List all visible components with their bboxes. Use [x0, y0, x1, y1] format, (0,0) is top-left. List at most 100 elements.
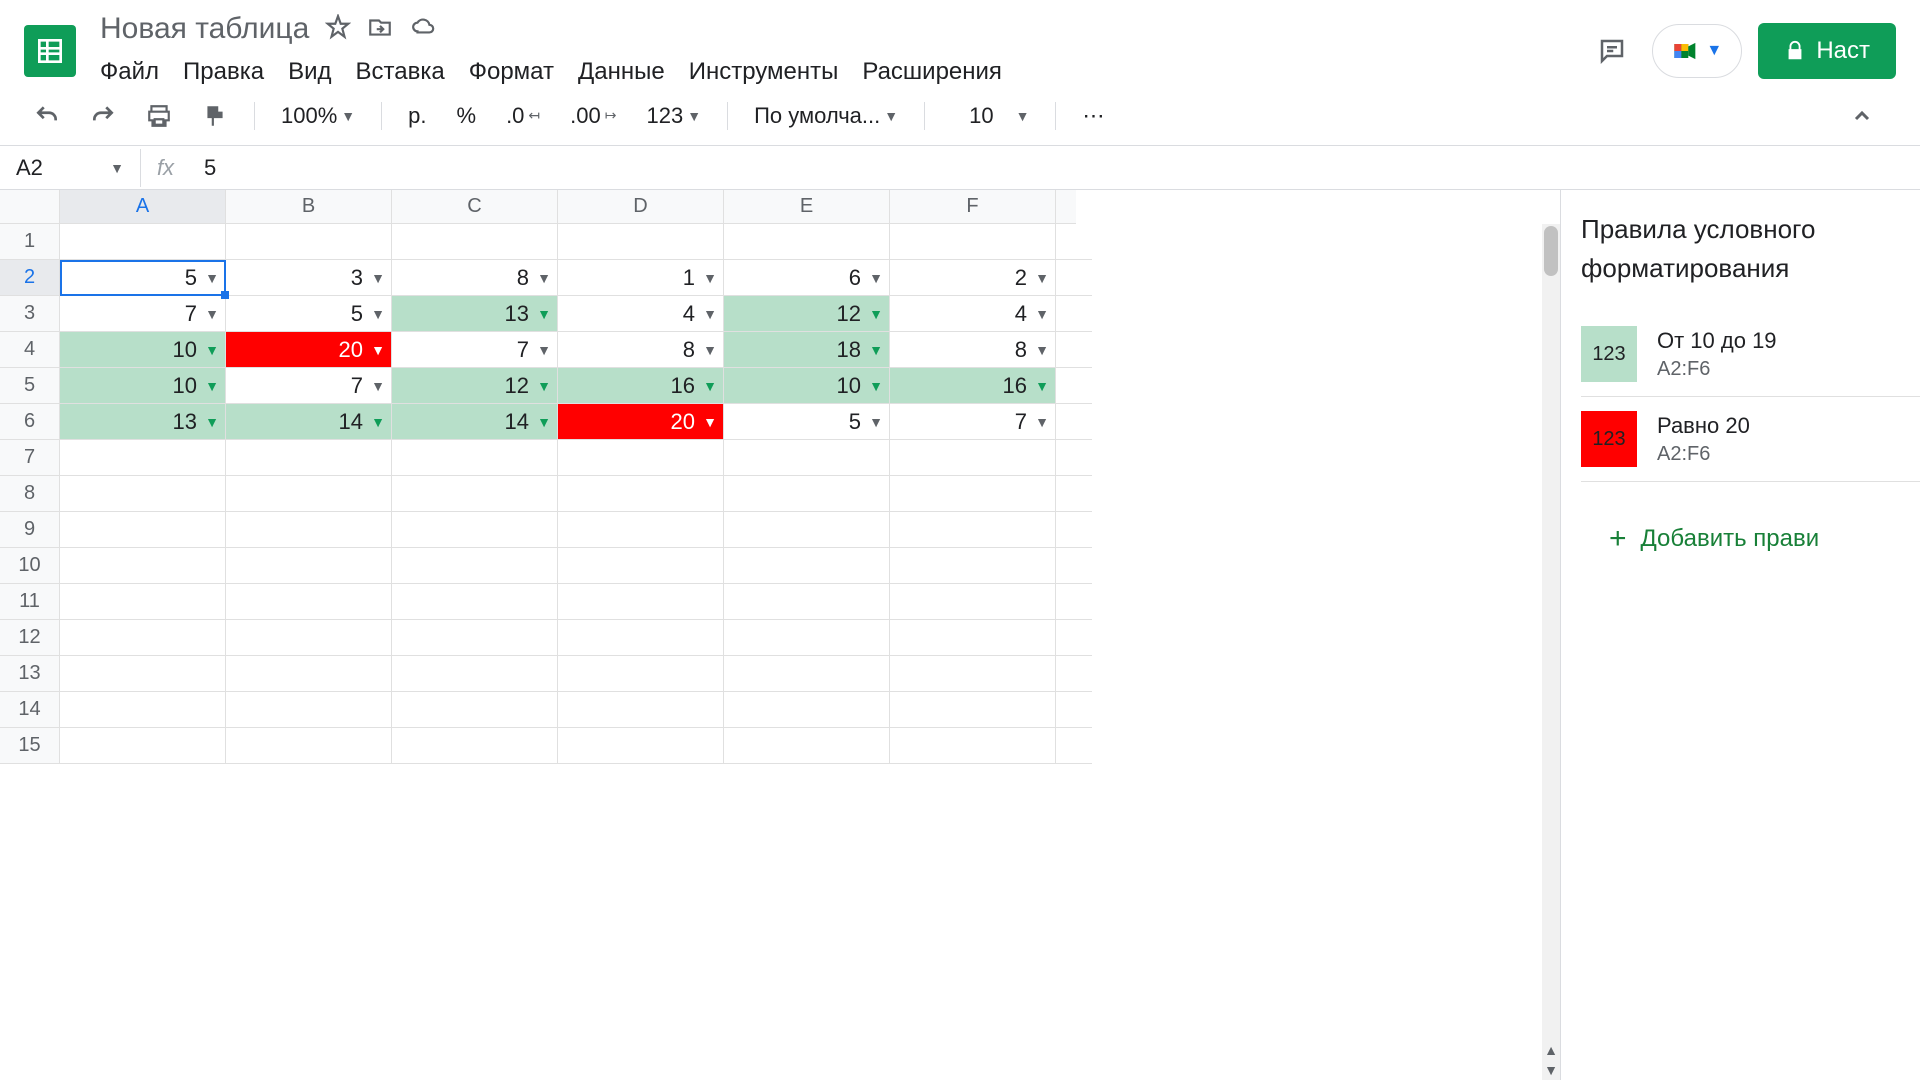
number-format-select[interactable]: 123 ▼ [636, 97, 711, 135]
cell-F9[interactable] [890, 512, 1056, 548]
cell-D8[interactable] [558, 476, 724, 512]
cell-F8[interactable] [890, 476, 1056, 512]
row-header-11[interactable]: 11 [0, 584, 60, 620]
cell-A7[interactable] [60, 440, 226, 476]
cell-B11[interactable] [226, 584, 392, 620]
cell-C12[interactable] [392, 620, 558, 656]
spreadsheet-grid[interactable]: ABCDEF125▼3▼8▼1▼6▼2▼37▼5▼13▼4▼12▼4▼410▼2… [0, 190, 1560, 1080]
cell-C4[interactable]: 7▼ [392, 332, 558, 368]
column-header-F[interactable]: F [890, 190, 1056, 224]
cell-dropdown-icon[interactable]: ▼ [371, 342, 385, 358]
cell-dropdown-icon[interactable]: ▼ [537, 270, 551, 286]
cell-E11[interactable] [724, 584, 890, 620]
cell-C2[interactable]: 8▼ [392, 260, 558, 296]
cell-dropdown-icon[interactable]: ▼ [1035, 414, 1049, 430]
cell-E14[interactable] [724, 692, 890, 728]
column-header-C[interactable]: C [392, 190, 558, 224]
cell-C1[interactable] [392, 224, 558, 260]
menu-item-6[interactable]: Инструменты [689, 54, 839, 90]
cell-dropdown-icon[interactable]: ▼ [1035, 306, 1049, 322]
zoom-select[interactable]: 100% ▼ [271, 97, 365, 135]
cell-A4[interactable]: 10▼ [60, 332, 226, 368]
menu-item-5[interactable]: Данные [578, 54, 665, 90]
cell-E8[interactable] [724, 476, 890, 512]
cell-F15[interactable] [890, 728, 1056, 764]
cell-B6[interactable]: 14▼ [226, 404, 392, 440]
menu-item-4[interactable]: Формат [469, 54, 554, 90]
row-header-6[interactable]: 6 [0, 404, 60, 440]
more-tools-button[interactable]: ⋯ [1072, 97, 1114, 135]
scroll-up-icon[interactable]: ▲ [1542, 1042, 1560, 1058]
cell-dropdown-icon[interactable]: ▼ [703, 342, 717, 358]
cell-A9[interactable] [60, 512, 226, 548]
cell-dropdown-icon[interactable]: ▼ [869, 270, 883, 286]
cell-F1[interactable] [890, 224, 1056, 260]
menu-item-1[interactable]: Правка [183, 54, 264, 90]
vertical-scrollbar[interactable]: ▲ ▼ [1542, 224, 1560, 1080]
cell-dropdown-icon[interactable]: ▼ [869, 414, 883, 430]
cell-dropdown-icon[interactable]: ▼ [205, 270, 219, 286]
document-title[interactable]: Новая таблица [100, 12, 309, 46]
cell-dropdown-icon[interactable]: ▼ [205, 414, 219, 430]
row-header-8[interactable]: 8 [0, 476, 60, 512]
cell-dropdown-icon[interactable]: ▼ [205, 306, 219, 322]
row-header-9[interactable]: 9 [0, 512, 60, 548]
cell-F2[interactable]: 2▼ [890, 260, 1056, 296]
cell-A10[interactable] [60, 548, 226, 584]
menu-item-0[interactable]: Файл [100, 54, 159, 90]
column-header-D[interactable]: D [558, 190, 724, 224]
cell-C10[interactable] [392, 548, 558, 584]
cell-dropdown-icon[interactable]: ▼ [1035, 378, 1049, 394]
row-header-7[interactable]: 7 [0, 440, 60, 476]
cell-D10[interactable] [558, 548, 724, 584]
cell-dropdown-icon[interactable]: ▼ [205, 378, 219, 394]
cell-B12[interactable] [226, 620, 392, 656]
cell-A11[interactable] [60, 584, 226, 620]
menu-item-2[interactable]: Вид [288, 54, 331, 90]
cell-C13[interactable] [392, 656, 558, 692]
format-rule-1[interactable]: 123 Равно 20 A2:F6 [1581, 397, 1920, 482]
cell-A8[interactable] [60, 476, 226, 512]
cell-C5[interactable]: 12▼ [392, 368, 558, 404]
cell-D7[interactable] [558, 440, 724, 476]
cell-F10[interactable] [890, 548, 1056, 584]
cell-B4[interactable]: 20▼ [226, 332, 392, 368]
cell-D15[interactable] [558, 728, 724, 764]
cell-F13[interactable] [890, 656, 1056, 692]
row-header-10[interactable]: 10 [0, 548, 60, 584]
column-header-B[interactable]: B [226, 190, 392, 224]
cell-B5[interactable]: 7▼ [226, 368, 392, 404]
cell-C8[interactable] [392, 476, 558, 512]
font-size-select[interactable]: 10 ▼ [941, 97, 1039, 135]
cell-A2[interactable]: 5▼ [60, 260, 226, 296]
cell-dropdown-icon[interactable]: ▼ [869, 342, 883, 358]
row-header-2[interactable]: 2 [0, 260, 60, 296]
cell-dropdown-icon[interactable]: ▼ [1035, 270, 1049, 286]
cell-D2[interactable]: 1▼ [558, 260, 724, 296]
row-header-13[interactable]: 13 [0, 656, 60, 692]
decrease-decimal-button[interactable]: .0↤ [496, 97, 550, 135]
paint-format-button[interactable] [192, 97, 238, 135]
comments-icon[interactable] [1588, 27, 1636, 75]
cell-C15[interactable] [392, 728, 558, 764]
cell-E1[interactable] [724, 224, 890, 260]
cell-A3[interactable]: 7▼ [60, 296, 226, 332]
scrollbar-thumb[interactable] [1544, 226, 1558, 276]
row-header-14[interactable]: 14 [0, 692, 60, 728]
cell-E13[interactable] [724, 656, 890, 692]
cell-dropdown-icon[interactable]: ▼ [703, 270, 717, 286]
name-box[interactable]: A2▼ [0, 155, 140, 181]
cell-B3[interactable]: 5▼ [226, 296, 392, 332]
undo-button[interactable] [24, 97, 70, 135]
cell-A12[interactable] [60, 620, 226, 656]
cell-A13[interactable] [60, 656, 226, 692]
cell-dropdown-icon[interactable]: ▼ [869, 306, 883, 322]
row-header-4[interactable]: 4 [0, 332, 60, 368]
cell-D13[interactable] [558, 656, 724, 692]
row-header-15[interactable]: 15 [0, 728, 60, 764]
collapse-toolbar-button[interactable] [1840, 98, 1884, 134]
cell-dropdown-icon[interactable]: ▼ [371, 270, 385, 286]
cell-B13[interactable] [226, 656, 392, 692]
menu-item-7[interactable]: Расширения [862, 54, 1002, 90]
cell-D9[interactable] [558, 512, 724, 548]
